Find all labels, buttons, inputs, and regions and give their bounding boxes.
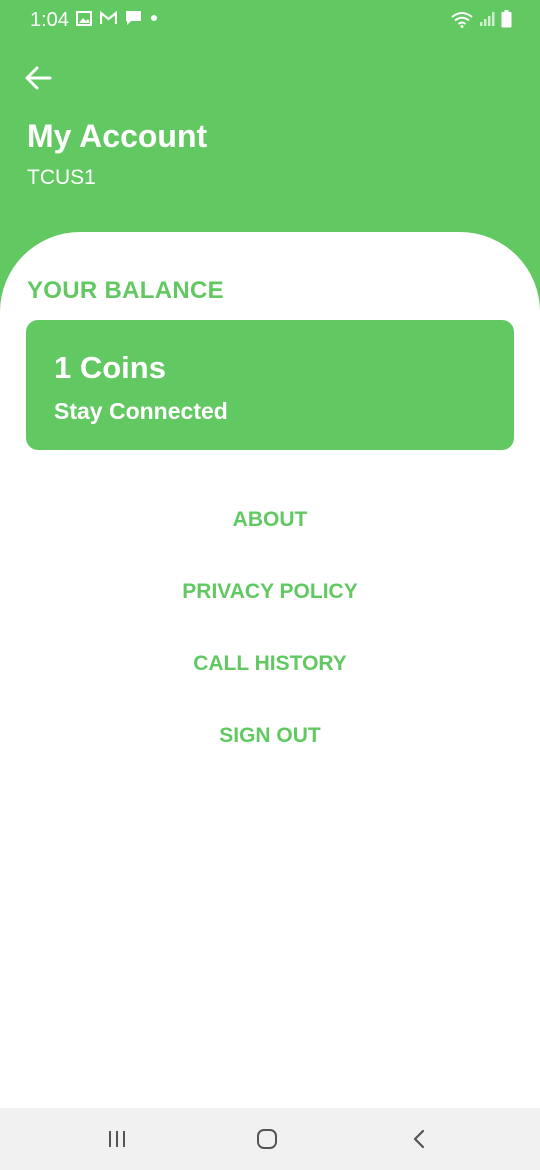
battery-icon bbox=[501, 10, 512, 28]
image-icon bbox=[76, 10, 92, 26]
balance-label: YOUR BALANCE bbox=[27, 277, 224, 304]
system-icons bbox=[451, 10, 512, 28]
wifi-icon bbox=[451, 11, 473, 28]
privacy-policy-link[interactable]: PRIVACY POLICY bbox=[0, 580, 540, 604]
home-icon bbox=[257, 1129, 277, 1149]
recent-apps-button[interactable] bbox=[97, 1126, 137, 1152]
coin-balance: 1 Coins bbox=[54, 350, 166, 385]
gmail-icon bbox=[100, 11, 117, 24]
dot-icon bbox=[151, 15, 157, 21]
back-button[interactable] bbox=[22, 62, 54, 94]
account-username: TCUS1 bbox=[27, 166, 96, 189]
call-history-link[interactable]: CALL HISTORY bbox=[0, 652, 540, 676]
system-back-button[interactable] bbox=[399, 1126, 439, 1152]
message-icon bbox=[126, 11, 141, 25]
navigation-bar bbox=[0, 1108, 540, 1170]
chevron-left-icon bbox=[413, 1129, 425, 1149]
balance-card: 1 Coins Stay Connected bbox=[26, 320, 514, 450]
page-title: My Account bbox=[27, 118, 208, 154]
notification-icons bbox=[76, 10, 158, 26]
home-button[interactable] bbox=[247, 1126, 287, 1152]
arrow-left-icon bbox=[25, 66, 52, 90]
signal-icon bbox=[480, 12, 495, 26]
status-bar: 1:04 bbox=[0, 0, 540, 40]
balance-tagline: Stay Connected bbox=[54, 398, 228, 424]
sign-out-link[interactable]: SIGN OUT bbox=[0, 724, 540, 748]
status-time: 1:04 bbox=[30, 9, 69, 31]
recent-apps-icon bbox=[109, 1131, 125, 1147]
about-link[interactable]: ABOUT bbox=[0, 508, 540, 532]
